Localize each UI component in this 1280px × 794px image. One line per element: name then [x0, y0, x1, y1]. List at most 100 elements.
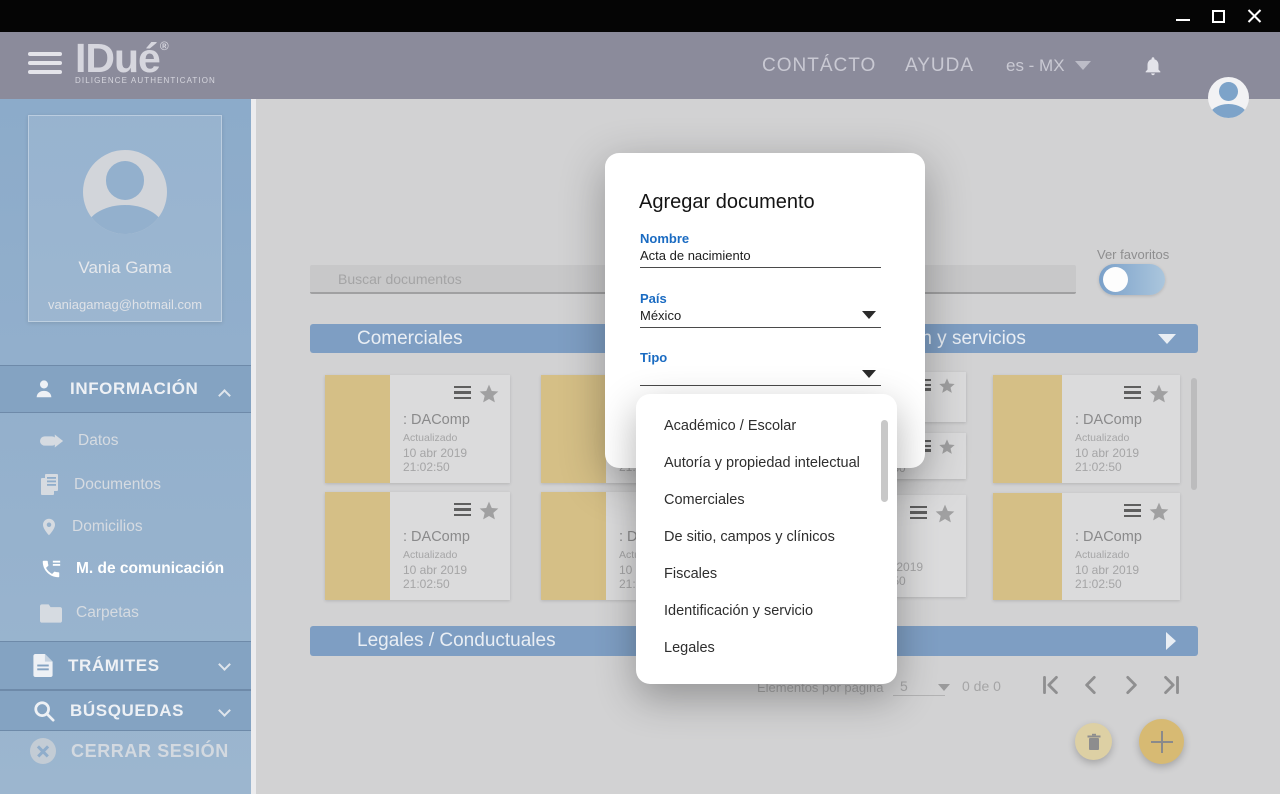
first-page-icon[interactable] [1038, 672, 1064, 698]
help-link[interactable]: AYUDA [905, 32, 974, 99]
close-icon[interactable] [1247, 9, 1262, 24]
modal-title: Agregar documento [639, 191, 815, 214]
card-timestamp: 10 abr 2019 21:02:50 [1075, 563, 1180, 591]
document-thumbnail [993, 375, 1062, 483]
section-title: Legales / Conductuales [357, 630, 556, 652]
person-icon [33, 378, 55, 400]
language-selector[interactable]: es - MX [1006, 32, 1091, 99]
sidebar-item-documentos[interactable]: Documentos [0, 465, 251, 505]
dropdown-option[interactable]: Identificación y servicio [636, 592, 897, 629]
card-timestamp: 10 abr 2019 21:02:50 [1075, 446, 1180, 474]
favorite-star-icon[interactable] [478, 383, 500, 405]
document-card[interactable]: : DAComp Actualizado 10 abr 2019 21:02:5… [325, 375, 510, 483]
documents-icon [40, 474, 60, 496]
sidebar-item-m-de-comunicacion[interactable]: M. de comunicación [0, 549, 251, 589]
sidebar-section-tramites[interactable]: TRÁMITES [0, 641, 251, 690]
card-menu-icon[interactable] [454, 503, 471, 520]
dropdown-option[interactable]: Legales [636, 629, 897, 666]
sidebar-section-busquedas[interactable]: BÚSQUEDAS [0, 690, 251, 731]
document-thumbnail [541, 492, 606, 600]
chevron-down-icon [938, 684, 950, 691]
delete-button[interactable] [1075, 723, 1112, 760]
hamburger-menu-icon[interactable] [28, 52, 62, 79]
app-header: IDué® DILIGENCE AUTHENTICATION CONTÁCTO … [0, 32, 1280, 99]
chevron-down-icon [1075, 61, 1091, 70]
contact-link[interactable]: CONTÁCTO [762, 32, 876, 99]
dropdown-scrollbar[interactable] [881, 420, 888, 502]
section-scrollbar[interactable] [1191, 378, 1197, 490]
field-label-nombre: Nombre [640, 231, 689, 246]
content-scrollbar-track[interactable] [251, 99, 256, 794]
dropdown-option[interactable]: Fiscales [636, 555, 897, 592]
sidebar: Vania Gama vaniagamag@hotmail.com INFORM… [0, 99, 251, 794]
tipo-dropdown-menu: Académico / Escolar Autoría y propiedad … [636, 394, 897, 684]
user-name: Vania Gama [29, 258, 221, 278]
last-page-icon[interactable] [1158, 672, 1184, 698]
logout-icon [30, 738, 56, 764]
field-underline [640, 385, 881, 386]
dropdown-option[interactable]: Autoría y propiedad intelectual [636, 444, 897, 481]
sidebar-section-informacion[interactable]: INFORMACIÓN [0, 365, 251, 413]
card-menu-icon[interactable] [454, 386, 471, 403]
page-range: 0 de 0 [962, 678, 1001, 694]
app-logo: IDué® DILIGENCE AUTHENTICATION [75, 36, 216, 85]
card-status: Actualizado [1075, 432, 1180, 444]
card-menu-icon[interactable] [910, 506, 927, 523]
previous-page-icon[interactable] [1078, 672, 1104, 698]
chevron-down-icon [218, 658, 231, 671]
field-label-tipo: Tipo [640, 350, 667, 365]
profile-avatar [83, 150, 167, 234]
select-arrow-icon[interactable] [862, 370, 876, 378]
card-title: : DAComp [1075, 412, 1180, 428]
field-underline [640, 267, 881, 268]
logo-tagline: DILIGENCE AUTHENTICATION [75, 76, 216, 85]
document-icon [33, 654, 53, 677]
document-card[interactable]: : DAComp Actualizado 10 abr 2019 21:02:5… [325, 492, 510, 600]
sidebar-item-cerrar-sesion[interactable]: CERRAR SESIÓN [0, 732, 251, 770]
dropdown-option[interactable]: De sitio, campos y clínicos [636, 518, 897, 555]
sidebar-item-domicilios[interactable]: Domicilios [0, 507, 251, 547]
favorite-star-icon[interactable] [1148, 383, 1170, 405]
section-title: Comerciales [357, 328, 463, 350]
favorite-star-icon[interactable] [934, 503, 956, 525]
user-avatar[interactable] [1208, 77, 1249, 118]
sidebar-item-carpetas[interactable]: Carpetas [0, 593, 251, 633]
document-thumbnail [325, 492, 390, 600]
card-status: Actualizado [403, 432, 510, 444]
add-document-button[interactable] [1139, 719, 1184, 764]
favorite-star-icon[interactable] [1148, 501, 1170, 523]
phone-icon [40, 558, 62, 580]
language-value: es - MX [1006, 56, 1065, 76]
window-titlebar [0, 0, 1280, 32]
document-card[interactable]: : DAComp Actualizado 10 abr 2019 21:02:5… [993, 493, 1180, 600]
toggle-knob [1103, 267, 1128, 292]
card-timestamp: 10 abr 2019 21:02:50 [403, 563, 510, 591]
chevron-down-icon [1158, 334, 1176, 344]
sidebar-item-datos[interactable]: Datos [0, 421, 251, 461]
app-window: IDué® DILIGENCE AUTHENTICATION CONTÁCTO … [0, 0, 1280, 794]
select-arrow-icon[interactable] [862, 311, 876, 319]
maximize-icon[interactable] [1212, 10, 1225, 23]
minimize-icon[interactable] [1176, 19, 1190, 21]
logo-text: IDué [75, 35, 160, 81]
data-card-icon [40, 432, 64, 450]
user-email: vaniagamag@hotmail.com [29, 297, 221, 312]
card-title: : DAComp [403, 412, 510, 428]
dropdown-option[interactable]: Académico / Escolar [636, 407, 897, 444]
search-icon [33, 700, 55, 722]
card-timestamp: 10 abr 2019 21:02:50 [403, 446, 510, 474]
dropdown-option[interactable]: Comerciales [636, 481, 897, 518]
pais-select[interactable]: México [640, 308, 681, 323]
card-menu-icon[interactable] [1124, 386, 1141, 403]
card-menu-icon[interactable] [1124, 504, 1141, 521]
user-profile-card: Vania Gama vaniagamag@hotmail.com [28, 115, 222, 322]
document-card[interactable]: : DAComp Actualizado 10 abr 2019 21:02:5… [993, 375, 1180, 483]
next-page-icon[interactable] [1118, 672, 1144, 698]
favorites-toggle[interactable] [1099, 264, 1165, 295]
nombre-input[interactable]: Acta de nacimiento [640, 248, 751, 263]
notifications-button[interactable] [1142, 32, 1164, 99]
trash-icon [1086, 733, 1102, 751]
field-underline [640, 327, 881, 328]
favorite-star-icon[interactable] [478, 500, 500, 522]
document-thumbnail [993, 493, 1062, 600]
